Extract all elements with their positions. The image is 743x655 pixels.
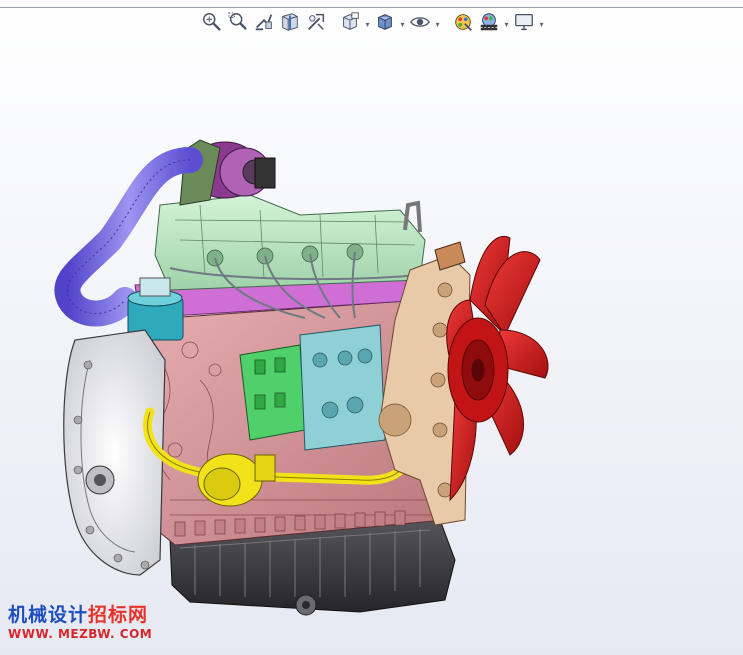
fuel-pump[interactable] — [239, 344, 306, 441]
zoom-to-area-icon — [227, 11, 249, 37]
watermark-url: WWW. MEZBW. COM — [8, 627, 153, 641]
watermark: 机械设计招标网 WWW. MEZBW. COM — [8, 604, 152, 642]
previous-view-button[interactable] — [252, 12, 276, 36]
dropdown-arrow-icon[interactable]: ▾ — [538, 12, 545, 36]
apply-scene-button[interactable] — [477, 12, 501, 36]
dropdown-arrow-icon[interactable]: ▾ — [434, 12, 441, 36]
injection-pump[interactable] — [299, 324, 386, 451]
hide-show-items-button[interactable] — [408, 12, 432, 36]
view-orientation-icon — [339, 11, 361, 37]
watermark-part2: 招标网 — [88, 604, 149, 626]
flywheel-housing[interactable] — [63, 329, 166, 576]
zoom-to-fit-icon — [201, 11, 223, 37]
previous-view-icon — [253, 11, 275, 37]
heads-up-view-toolbar: ▾ ▾ ▾ ▾ ▾ — [200, 10, 545, 38]
view-settings-icon — [513, 11, 535, 37]
dropdown-arrow-icon[interactable]: ▾ — [399, 12, 406, 36]
view-settings-button[interactable] — [512, 12, 536, 36]
apply-scene-icon — [478, 11, 500, 37]
section-view-button[interactable] — [278, 12, 302, 36]
view-orientation-button[interactable] — [338, 12, 362, 36]
display-style-button[interactable] — [373, 12, 397, 36]
graphics-area[interactable] — [0, 40, 743, 655]
watermark-part1: 机械设计 — [8, 604, 89, 626]
engine-assembly-model[interactable] — [54, 139, 549, 616]
dynamic-annotation-icon — [305, 11, 327, 37]
window-top-border — [0, 0, 743, 8]
edit-appearance-icon — [452, 11, 474, 37]
zoom-to-fit-button[interactable] — [200, 12, 224, 36]
dropdown-arrow-icon[interactable]: ▾ — [503, 12, 510, 36]
zoom-to-area-button[interactable] — [226, 12, 250, 36]
display-style-icon — [374, 11, 396, 37]
dropdown-arrow-icon[interactable]: ▾ — [364, 12, 371, 36]
section-view-icon — [279, 11, 301, 37]
hide-show-items-icon — [409, 11, 431, 37]
edit-appearance-button[interactable] — [451, 12, 475, 36]
dynamic-annotation-button[interactable] — [304, 12, 328, 36]
